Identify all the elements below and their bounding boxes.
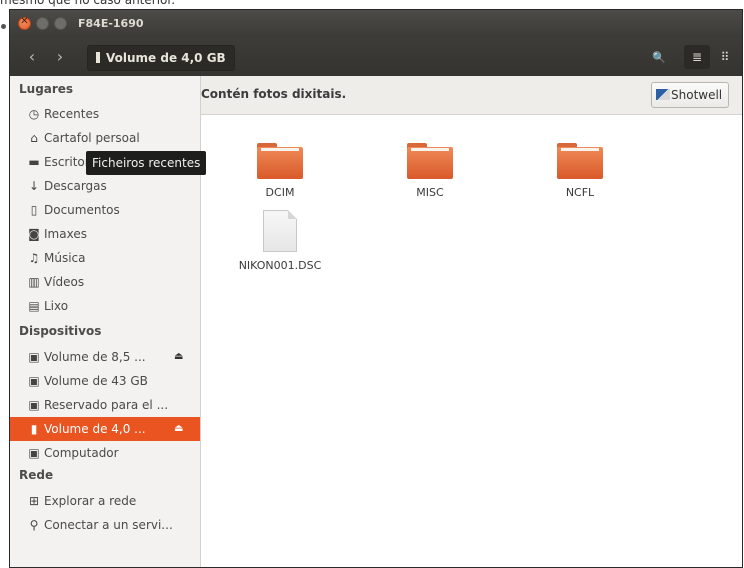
video-icon: ▥ (28, 275, 40, 289)
sidebar-item-label: Recentes (44, 107, 100, 121)
search-icon: 🔍 (652, 51, 666, 64)
sidebar-item-home[interactable]: ⌂ Cartafol persoal (10, 126, 200, 150)
sidebar-item-label: Reservado para el ... (44, 398, 169, 412)
file-manager-window: ✕ F84E-1690 ‹ › Volume de 4,0 GB 🔍 ≣ ⠿ L… (9, 9, 743, 568)
chevron-right-icon: › (56, 47, 64, 66)
download-icon: ↓ (28, 179, 40, 193)
grid-icon: ⠿ (720, 50, 730, 64)
sidebar-item-label: Conectar a un servi... (44, 518, 173, 532)
bullet-dot (1, 24, 6, 29)
usb-icon (96, 52, 100, 63)
eject-icon[interactable]: ⏏ (174, 345, 183, 369)
search-button[interactable]: 🔍 (646, 45, 672, 69)
music-icon: ♫ (28, 251, 40, 265)
sidebar-item-trash[interactable]: ▤ Lixo (10, 294, 200, 318)
sidebar-item-volume-8-5[interactable]: ▣ Volume de 8,5 ... ⏏ (10, 345, 200, 369)
sidebar-item-volume-43gb[interactable]: ▣ Volume de 43 GB (10, 369, 200, 393)
sidebar-item-documents[interactable]: ▯ Documentos (10, 198, 200, 222)
sidebar-item-label: Descargas (44, 179, 107, 193)
sidebar-item-label: Volume de 43 GB (44, 374, 148, 388)
sidebar-item-label: Documentos (44, 203, 120, 217)
server-icon: ⚲ (29, 518, 39, 532)
drive-icon: ▣ (28, 398, 40, 412)
trash-icon: ▤ (28, 299, 40, 313)
folder-icon: ▬ (28, 155, 40, 169)
drive-icon: ▣ (28, 374, 40, 388)
places-heading: Lugares (19, 82, 74, 96)
sidebar-item-videos[interactable]: ▥ Vídeos (10, 270, 200, 294)
network-icon: ⊞ (28, 494, 40, 508)
chevron-left-icon: ‹ (28, 47, 36, 66)
sidebar-item-connect-server[interactable]: ⚲ Conectar a un servi... (10, 513, 200, 537)
file-item-ncfl[interactable]: NCFL (525, 143, 635, 199)
close-icon: ✕ (20, 16, 29, 27)
eject-icon[interactable]: ⏏ (174, 417, 183, 441)
usb-icon: ▮ (30, 422, 38, 436)
minimize-window-button[interactable] (36, 17, 49, 30)
open-shotwell-button[interactable]: Shotwell (651, 82, 730, 108)
grid-view-button[interactable]: ⠿ (712, 45, 738, 69)
file-name: MISC (416, 186, 444, 199)
list-icon: ≣ (691, 50, 703, 64)
back-button[interactable]: ‹ (22, 47, 42, 67)
file-name: DCIM (265, 186, 295, 199)
sidebar-item-label: Volume de 4,0 ... (44, 422, 146, 436)
forward-button[interactable]: › (50, 47, 70, 67)
file-item-dcim[interactable]: DCIM (225, 143, 335, 199)
clock-icon: ◷ (28, 107, 40, 121)
shotwell-icon (656, 89, 670, 100)
info-bar: Contén fotos dixitais. Shotwell (201, 76, 742, 115)
sidebar-item-volume-4gb[interactable]: ▮ Volume de 4,0 ... ⏏ (10, 417, 200, 441)
home-icon: ⌂ (30, 131, 38, 145)
toolbar: ‹ › Volume de 4,0 GB 🔍 ≣ ⠿ (10, 38, 742, 76)
folder-icon (407, 143, 453, 179)
tooltip: Ficheiros recentes (86, 151, 207, 175)
sidebar-item-label: Computador (44, 446, 119, 460)
devices-heading: Dispositivos (19, 324, 102, 338)
sidebar-item-label: Imaxes (44, 227, 87, 241)
sidebar: Lugares ◷ Recentes ⌂ Cartafol persoal ▬ Esc… (10, 76, 201, 567)
sidebar-item-label: Cartafol persoal (44, 131, 140, 145)
path-bar-button[interactable]: Volume de 4,0 GB (87, 45, 235, 71)
path-label: Volume de 4,0 GB (106, 51, 226, 65)
sidebar-item-label: Explorar a rede (44, 494, 137, 508)
sidebar-item-computer[interactable]: ▣ Computador (10, 441, 200, 465)
folder-icon (257, 143, 303, 179)
file-view: DCIM MISC NCFL NIKON001.DSC (201, 115, 742, 567)
sidebar-item-label: Volume de 8,5 ... (44, 350, 146, 364)
folder-icon (557, 143, 603, 179)
title-bar: ✕ F84E-1690 (10, 10, 742, 38)
shotwell-button-label: Shotwell (671, 88, 723, 102)
close-window-button[interactable]: ✕ (18, 16, 31, 30)
sidebar-item-reserved[interactable]: ▣ Reservado para el ... (10, 393, 200, 417)
info-bar-text: Contén fotos dixitais. (201, 87, 347, 101)
file-name: NIKON001.DSC (238, 259, 322, 272)
list-view-button[interactable]: ≣ (684, 45, 710, 69)
file-item-nikon001[interactable]: NIKON001.DSC (225, 210, 335, 272)
sidebar-item-label: Música (44, 251, 86, 265)
sidebar-item-recents[interactable]: ◷ Recentes (10, 102, 200, 126)
file-item-misc[interactable]: MISC (375, 143, 485, 199)
document-icon (263, 210, 297, 252)
camera-icon: ◙ (28, 227, 40, 241)
sidebar-item-downloads[interactable]: ↓ Descargas (10, 174, 200, 198)
drive-icon: ▣ (28, 446, 40, 460)
caption-text: mesmo que no caso anterior. (0, 0, 176, 7)
sidebar-item-pictures[interactable]: ◙ Imaxes (10, 222, 200, 246)
window-title: F84E-1690 (78, 17, 144, 30)
network-heading: Rede (19, 468, 54, 482)
sidebar-item-music[interactable]: ♫ Música (10, 246, 200, 270)
sidebar-item-label: Lixo (44, 299, 69, 313)
sidebar-item-label: Vídeos (44, 275, 85, 289)
drive-icon: ▣ (28, 350, 40, 364)
sidebar-item-browse-network[interactable]: ⊞ Explorar a rede (10, 489, 200, 513)
document-icon: ▯ (30, 203, 38, 217)
maximize-window-button[interactable] (54, 17, 67, 30)
file-name: NCFL (565, 186, 595, 199)
